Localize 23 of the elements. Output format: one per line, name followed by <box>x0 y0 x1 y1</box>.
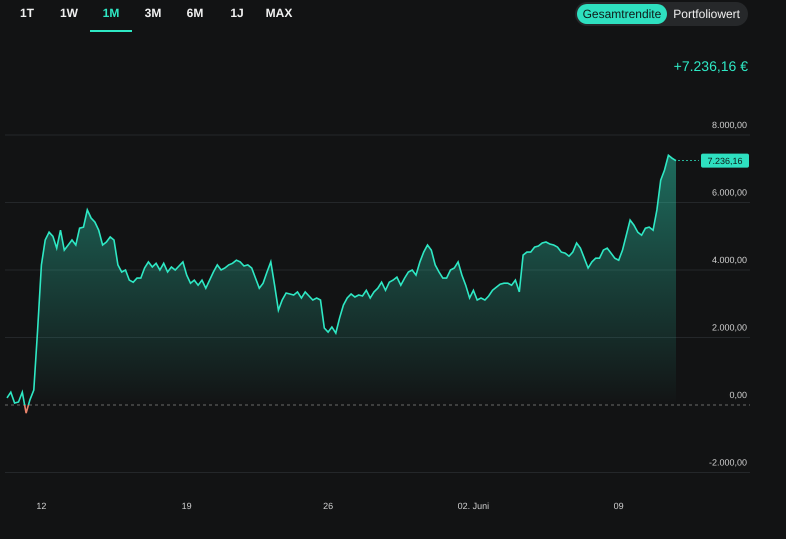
toggle-option[interactable]: Portfoliowert <box>667 4 746 24</box>
y-axis-label: -2.000,00 <box>708 458 747 468</box>
current-value-tag: 7.236,16 <box>701 154 749 168</box>
toggle-option[interactable]: Gesamtrendite <box>576 4 668 24</box>
range-tab[interactable]: 1T <box>6 0 48 32</box>
x-axis-label: 26 <box>323 501 334 511</box>
range-tab[interactable]: 3M <box>132 0 174 32</box>
x-axis-label: 19 <box>182 501 192 511</box>
y-axis-label: 2.000,00 <box>712 322 747 332</box>
range-tab[interactable]: 6M <box>174 0 216 32</box>
y-axis-label: 8.000,00 <box>712 120 747 130</box>
range-tab[interactable]: 1J <box>216 0 258 32</box>
y-axis-label: 0,00 <box>729 390 747 400</box>
range-tab[interactable]: MAX <box>258 0 300 32</box>
y-axis-label: 4.000,00 <box>712 255 747 265</box>
x-axis-label: 02. Juni <box>458 501 490 511</box>
total-return-value: +7.236,16 € <box>674 58 748 76</box>
current-value-leader <box>678 160 700 162</box>
range-tab[interactable]: 1M <box>90 0 132 32</box>
range-tab[interactable]: 1W <box>48 0 90 32</box>
x-axis-label: 09 <box>614 501 624 511</box>
y-axis-label: 6.000,00 <box>712 188 747 198</box>
x-axis-label: 12 <box>36 501 46 511</box>
